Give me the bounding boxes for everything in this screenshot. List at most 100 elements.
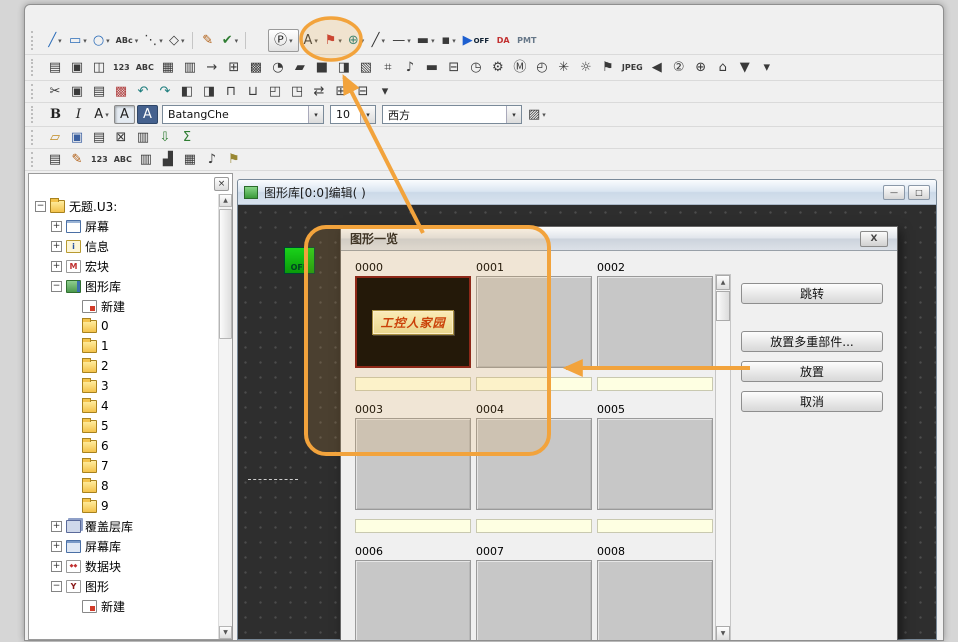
remove-part-icon[interactable]: ⊟ xyxy=(444,58,464,78)
minimize-button[interactable]: — xyxy=(883,185,905,200)
tree-item[interactable]: 9 xyxy=(31,496,217,516)
group-icon[interactable]: ⊞ xyxy=(331,82,351,102)
tree-item[interactable]: 1 xyxy=(31,336,217,356)
add-part-icon[interactable]: ⊞ xyxy=(224,58,244,78)
globe-part-tool[interactable]: ⊕▾ xyxy=(346,31,366,51)
dropdown-arrow-icon[interactable]: ▾ xyxy=(452,37,456,45)
bold-button[interactable]: B xyxy=(45,105,66,124)
jump-part-icon[interactable]: → xyxy=(202,58,222,78)
screen-list-icon[interactable]: ▤ xyxy=(45,150,65,170)
ellipse-tool[interactable]: ○▾ xyxy=(91,31,112,51)
scrollbar-thumb[interactable] xyxy=(219,209,232,339)
dot-part-tool[interactable]: ▪▾ xyxy=(439,31,459,51)
tree-item[interactable]: −无题.U3: xyxy=(31,196,217,216)
dialog-scrollbar[interactable]: ▲ ▼ xyxy=(715,274,731,641)
message-list-icon[interactable]: ▥ xyxy=(136,150,156,170)
panel-close-button[interactable]: × xyxy=(214,177,229,191)
italic-button[interactable]: I xyxy=(68,105,89,124)
text-part-tool[interactable]: A▾ xyxy=(301,31,321,51)
confirm-tool[interactable]: ✔▾ xyxy=(220,31,240,51)
cell-preview[interactable]: 工控人家园 xyxy=(355,276,471,368)
align-bottom-icon[interactable]: ⊔ xyxy=(243,82,263,102)
expand-icon[interactable]: + xyxy=(51,241,62,252)
dropdown-arrow-icon[interactable]: ▾ xyxy=(431,37,435,45)
dropdown-arrow-icon[interactable]: ▾ xyxy=(181,37,185,45)
tree-item[interactable]: +屏幕 xyxy=(31,216,217,236)
fill-toggle-button[interactable]: A xyxy=(137,105,158,124)
maximize-button[interactable]: □ xyxy=(908,185,930,200)
dropdown-arrow-icon[interactable]: ▾ xyxy=(308,106,323,123)
expand-icon[interactable]: + xyxy=(51,521,62,532)
cell-preview[interactable] xyxy=(476,560,592,641)
lamp-part-off[interactable]: OFF xyxy=(284,247,315,274)
bar-part-tool[interactable]: ▬▾ xyxy=(415,31,437,51)
font-effect-button[interactable]: ▨▾ xyxy=(526,105,548,125)
copy-icon[interactable]: ▣ xyxy=(67,82,87,102)
tree-item[interactable]: 0 xyxy=(31,316,217,336)
dropdown-arrow-icon[interactable]: ▾ xyxy=(361,37,365,45)
tree-item[interactable]: 3 xyxy=(31,376,217,396)
tree-item[interactable]: +屏幕库 xyxy=(31,536,217,556)
dropdown-arrow-icon[interactable]: ▾ xyxy=(58,37,62,45)
tree-item[interactable]: 6 xyxy=(31,436,217,456)
data-table-icon[interactable]: ▦ xyxy=(158,58,178,78)
bar-graph-icon[interactable]: ▰ xyxy=(290,58,310,78)
font-name-select[interactable]: BatangChe ▾ xyxy=(162,105,324,124)
part-place-tool[interactable]: Ⓟ▾ xyxy=(268,29,299,52)
marker-mode-icon[interactable]: ⚑ xyxy=(224,150,244,170)
dots-tool[interactable]: ⋱▾ xyxy=(142,31,165,51)
pen-tool[interactable]: ✎ xyxy=(198,31,218,51)
cell-preview[interactable] xyxy=(355,560,471,641)
place-multiple-button[interactable]: 放置多重部件... xyxy=(741,331,883,352)
cell-name-field[interactable] xyxy=(597,519,713,533)
dialog-close-button[interactable]: X xyxy=(860,231,888,247)
collapse-icon[interactable]: − xyxy=(35,201,46,212)
dropdown-arrow-icon[interactable]: ▾ xyxy=(83,37,87,45)
numeric-mode-icon[interactable]: 123 xyxy=(89,150,110,170)
dropdown-arrow-icon[interactable]: ▾ xyxy=(314,37,318,45)
dropdown-arrow-icon[interactable]: ▾ xyxy=(159,37,163,45)
scroll-down-icon[interactable]: ▼ xyxy=(219,626,232,639)
dropdown-arrow-icon[interactable]: ▾ xyxy=(407,37,411,45)
graph-mode-icon[interactable]: ▟ xyxy=(158,150,178,170)
tree-item[interactable]: +数据块 xyxy=(31,556,217,576)
line-part-tool[interactable]: ╱▾ xyxy=(368,31,388,51)
scroll-up-icon[interactable]: ▲ xyxy=(219,194,232,207)
font-size-select[interactable]: 10 ▾ xyxy=(330,105,376,124)
expand-icon[interactable]: + xyxy=(51,221,62,232)
rotate-right-icon[interactable]: ◳ xyxy=(287,82,307,102)
align-right-icon[interactable]: ◨ xyxy=(199,82,219,102)
dropdown-arrow-icon[interactable]: ▾ xyxy=(360,106,375,123)
cell-name-field[interactable] xyxy=(355,377,471,391)
collapse-icon[interactable]: − xyxy=(51,281,62,292)
jpeg-part-icon[interactable]: JPEG xyxy=(620,58,645,78)
ungroup-icon[interactable]: ⊟ xyxy=(353,82,373,102)
tree-item[interactable]: 新建 xyxy=(31,296,217,316)
text-style-button[interactable]: A▾ xyxy=(91,105,112,124)
dual-part-icon[interactable]: ② xyxy=(669,58,689,78)
dropdown-arrow-icon[interactable]: ▾ xyxy=(135,37,139,45)
more-parts-icon[interactable]: ▾ xyxy=(757,58,777,78)
cut-icon[interactable]: ✂ xyxy=(45,82,65,102)
tree-item[interactable]: 2 xyxy=(31,356,217,376)
timer-part-icon[interactable]: ◴ xyxy=(532,58,552,78)
message-display-icon[interactable]: ▥ xyxy=(180,58,200,78)
paste-icon[interactable]: ▤ xyxy=(89,82,109,102)
line-tool[interactable]: ╱▾ xyxy=(45,31,65,51)
arrange-more-icon[interactable]: ▾ xyxy=(375,82,395,102)
cell-preview[interactable] xyxy=(355,418,471,510)
expand-icon[interactable]: + xyxy=(51,541,62,552)
dropdown-arrow-icon[interactable]: ▾ xyxy=(381,37,385,45)
down-icon[interactable]: ▼ xyxy=(735,58,755,78)
close-screen-icon[interactable]: ⊠ xyxy=(111,128,131,148)
dropdown-arrow-icon[interactable]: ▾ xyxy=(289,37,293,45)
tree-item[interactable]: 新建 xyxy=(31,596,217,616)
brightness-icon[interactable]: ☼ xyxy=(576,58,596,78)
pie-graph-icon[interactable]: ◔ xyxy=(268,58,288,78)
char-display-icon[interactable]: ABC xyxy=(134,58,156,78)
speaker-icon[interactable]: ◀ xyxy=(647,58,667,78)
effect-part-icon[interactable]: ✳ xyxy=(554,58,574,78)
dropdown-arrow-icon[interactable]: ▾ xyxy=(106,37,110,45)
place-button[interactable]: 放置 xyxy=(741,361,883,382)
dropdown-arrow-icon[interactable]: ▾ xyxy=(235,37,239,45)
